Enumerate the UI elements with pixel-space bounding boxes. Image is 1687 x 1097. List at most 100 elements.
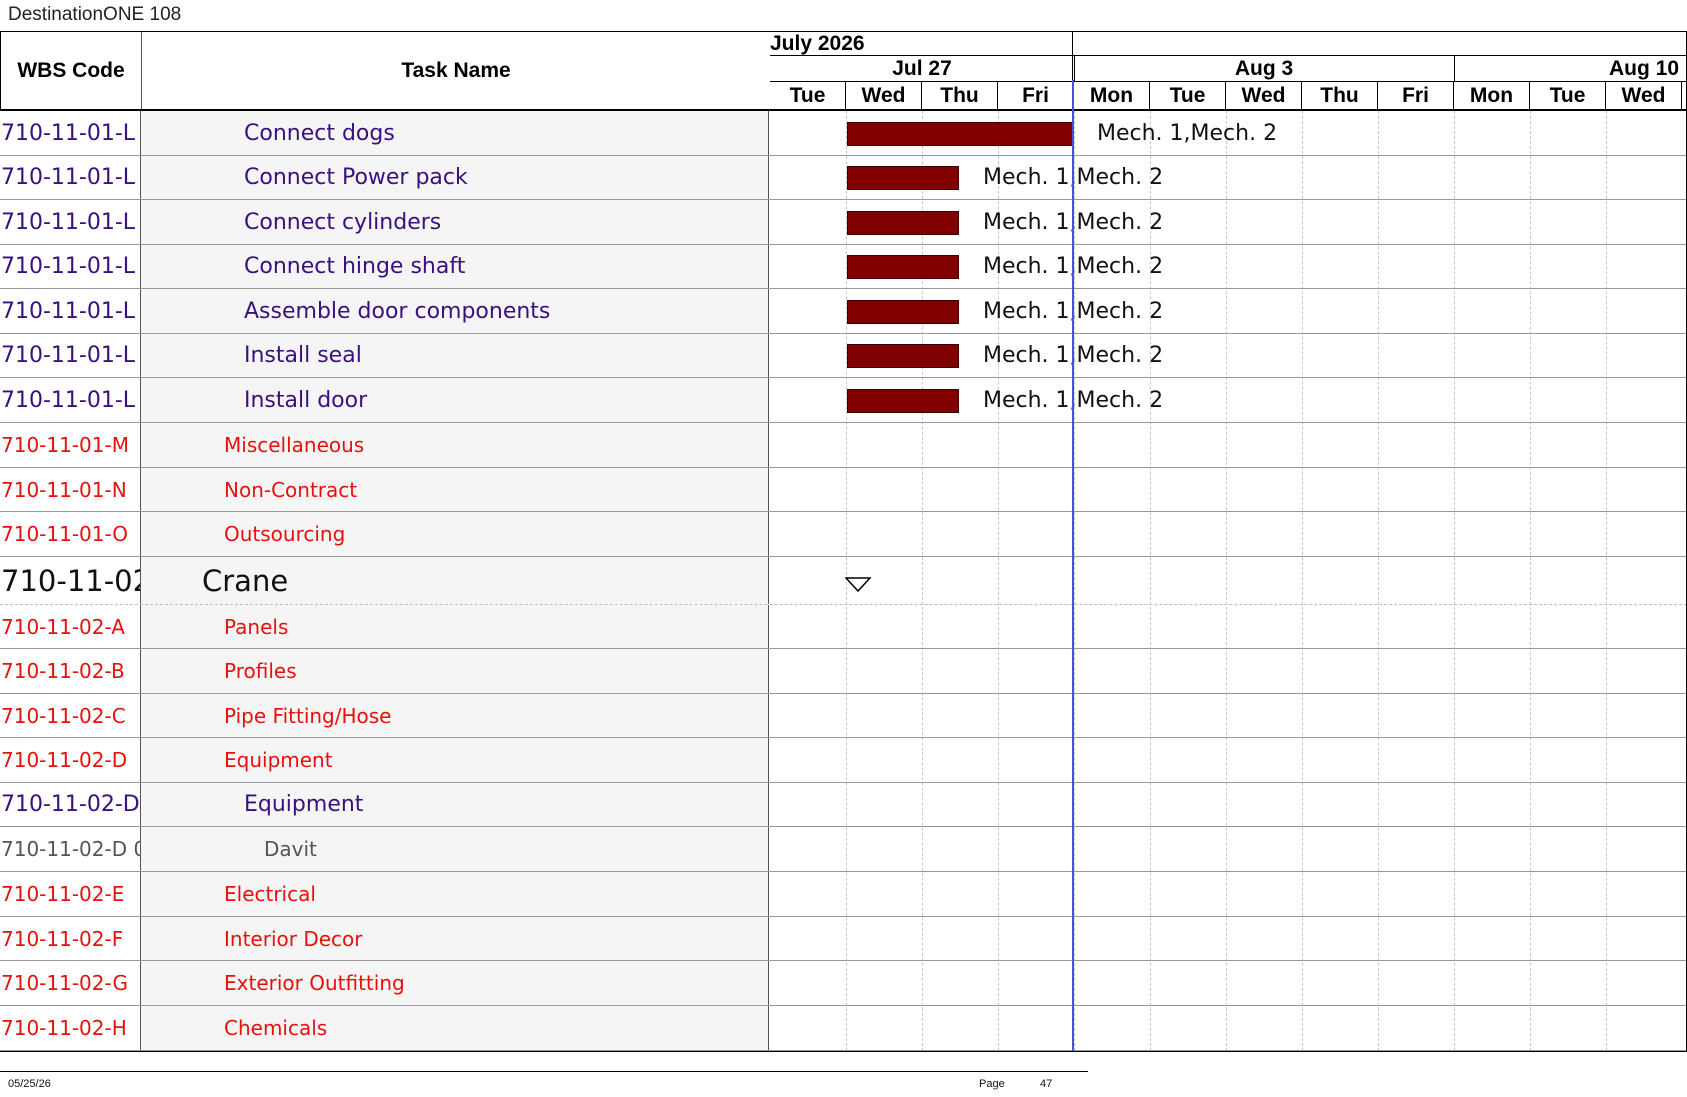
task-name-cell[interactable]: Chemicals <box>141 1006 769 1050</box>
task-name: Outsourcing <box>224 522 346 546</box>
task-bar[interactable] <box>847 344 959 368</box>
wbs-code: 710-11-02-E <box>1 882 125 906</box>
wbs-code-cell[interactable]: 710-11-01-L 09 <box>0 245 141 288</box>
wbs-code: 710-11-01-L 0 <box>1 298 141 324</box>
timeline-day-wed: Wed <box>846 82 922 109</box>
table-row[interactable]: 710-11-02-B Profiles <box>0 649 1687 694</box>
wbs-code-cell[interactable]: 710-11-01-N <box>0 468 141 511</box>
task-bar[interactable] <box>847 122 1073 146</box>
table-row[interactable]: 710-11-02-A Panels <box>0 605 1687 649</box>
table-row[interactable]: 710-11-01-L 10 Install seal Mech. 1,Mech. … <box>0 334 1687 378</box>
wbs-code-cell[interactable]: 710-11-02-E <box>0 872 141 916</box>
table-row[interactable]: 710-11-02-D Equipment <box>0 738 1687 783</box>
gantt-row-area <box>769 468 1687 511</box>
timeline-month-label: July 2026 <box>770 31 1687 56</box>
wbs-code-cell[interactable]: 710-11-02-D <box>0 783 141 826</box>
task-name-cell[interactable]: Exterior Outfitting <box>141 961 769 1005</box>
task-bar[interactable] <box>847 211 959 235</box>
frame-bottom-border <box>0 1051 1687 1052</box>
task-bar[interactable] <box>847 389 959 413</box>
gantt-row-area <box>769 917 1687 960</box>
task-name: Install door <box>244 387 368 413</box>
task-name-cell[interactable]: Assemble door components <box>141 289 769 333</box>
table-row[interactable]: 710-11-01-L 11 Install door Mech. 1,Mech. … <box>0 378 1687 423</box>
task-name-cell[interactable]: Connect dogs <box>141 111 769 155</box>
table-row[interactable]: 710-11-01-L 0 Assemble door components Mec… <box>0 289 1687 334</box>
task-name-cell[interactable]: Crane <box>141 557 769 604</box>
task-name-cell[interactable]: Davit <box>141 827 769 871</box>
task-name-cell[interactable]: Equipment <box>141 783 769 826</box>
table-row[interactable]: 710-11-02-C Pipe Fitting/Hose <box>0 694 1687 738</box>
task-name-cell[interactable]: Interior Decor <box>141 917 769 960</box>
table-row[interactable]: 710-11-01-L 09 Connect hinge shaft Mech. 1… <box>0 245 1687 289</box>
wbs-code: 710-11-01-L 11 <box>1 387 140 413</box>
timeline-day-tue: Tue <box>1530 82 1606 109</box>
wbs-code-cell[interactable]: 710-11-01-O <box>0 512 141 556</box>
column-header-wbs[interactable]: WBS Code <box>1 32 142 110</box>
wbs-code-cell[interactable]: 710-11-01-M <box>0 423 141 467</box>
task-name-cell[interactable]: Outsourcing <box>141 512 769 556</box>
timeline-week-label: Aug 10 <box>1454 56 1687 82</box>
table-row[interactable]: 710-11-01-M Miscellaneous <box>0 423 1687 468</box>
table-row[interactable]: 710-11-02-E Electrical <box>0 872 1687 917</box>
table-row[interactable]: 710-11-02 Crane <box>0 557 1687 605</box>
timeline-month-divider <box>1072 31 1073 56</box>
task-name-cell[interactable]: Miscellaneous <box>141 423 769 467</box>
wbs-code-cell[interactable]: 710-11-02-A <box>0 605 141 648</box>
task-name: Crane <box>202 563 289 598</box>
task-name-cell[interactable]: Connect Power pack <box>141 156 769 199</box>
column-header-task-name[interactable]: Task Name <box>142 32 770 110</box>
wbs-code: 710-11-02-F <box>1 926 124 951</box>
table-row[interactable]: 710-11-01-L 07 Connect Power pack Mech. 1,… <box>0 156 1687 200</box>
table-row[interactable]: 710-11-01-L 08 Connect cylinders Mech. 1,M… <box>0 200 1687 245</box>
task-name-cell[interactable]: Equipment <box>141 738 769 782</box>
table-row[interactable]: 710-11-02-D Equipment <box>0 783 1687 827</box>
timeline-day-fri: Fri <box>998 82 1074 109</box>
task-bar[interactable] <box>847 255 959 279</box>
task-name-cell[interactable]: Electrical <box>141 872 769 916</box>
wbs-code-cell[interactable]: 710-11-02-B <box>0 649 141 693</box>
wbs-code-cell[interactable]: 710-11-02-D 01 <box>0 827 141 871</box>
wbs-code-cell[interactable]: 710-11-01-L 11 <box>0 378 141 422</box>
wbs-code-cell[interactable]: 710-11-02-D <box>0 738 141 782</box>
wbs-code-cell[interactable]: 710-11-01-L 06 <box>0 111 141 155</box>
wbs-code-cell[interactable]: 710-11-02 <box>0 557 141 604</box>
wbs-code-cell[interactable]: 710-11-01-L 07 <box>0 156 141 199</box>
task-bar[interactable] <box>847 166 959 190</box>
wbs-code-cell[interactable]: 710-11-01-L 0 <box>0 289 141 333</box>
table-row[interactable]: 710-11-01-O Outsourcing <box>0 512 1687 557</box>
table-row[interactable]: 710-11-02-G Exterior Outfitting <box>0 961 1687 1006</box>
task-name-cell[interactable]: Connect cylinders <box>141 200 769 244</box>
task-name-cell[interactable]: Install door <box>141 378 769 422</box>
wbs-code: 710-11-01-L 08 <box>1 209 140 235</box>
table-row[interactable]: 710-11-02-D 01 Davit <box>0 827 1687 872</box>
table-row[interactable]: 710-11-02-F Interior Decor <box>0 917 1687 961</box>
wbs-code-cell[interactable]: 710-11-02-C <box>0 694 141 737</box>
wbs-code-cell[interactable]: 710-11-01-L 10 <box>0 334 141 377</box>
task-name-cell[interactable]: Profiles <box>141 649 769 693</box>
gantt-row-area <box>769 649 1687 693</box>
wbs-code-cell[interactable]: 710-11-01-L 08 <box>0 200 141 244</box>
table-row[interactable]: 710-11-01-L 06 Connect dogs Mech. 1,Mech. … <box>0 111 1687 156</box>
task-name-cell[interactable]: Pipe Fitting/Hose <box>141 694 769 737</box>
summary-collapse-icon[interactable] <box>845 577 871 593</box>
wbs-code-cell[interactable]: 710-11-02-F <box>0 917 141 960</box>
wbs-code-cell[interactable]: 710-11-02-H <box>0 1006 141 1050</box>
wbs-code-cell[interactable]: 710-11-02-G <box>0 961 141 1005</box>
task-name: Chemicals <box>224 1016 328 1040</box>
table-row[interactable]: 710-11-01-N Non-Contract <box>0 468 1687 512</box>
task-name: Assemble door components <box>244 298 551 324</box>
wbs-code: 710-11-01-L 06 <box>1 120 140 146</box>
table-row[interactable]: 710-11-02-H Chemicals <box>0 1006 1687 1051</box>
timeline-week-label: Jul 27 <box>770 56 1074 82</box>
task-name-cell[interactable]: Panels <box>141 605 769 648</box>
gantt-row-area <box>769 961 1687 1005</box>
task-bar[interactable] <box>847 300 959 324</box>
timeline-day-mon: Mon <box>1454 82 1530 109</box>
task-name-cell[interactable]: Non-Contract <box>141 468 769 511</box>
task-name: Miscellaneous <box>224 433 365 457</box>
timeline-day-thu: Thu <box>1302 82 1378 109</box>
task-name-cell[interactable]: Install seal <box>141 334 769 377</box>
task-name-cell[interactable]: Connect hinge shaft <box>141 245 769 288</box>
summary-triangle <box>845 577 871 593</box>
